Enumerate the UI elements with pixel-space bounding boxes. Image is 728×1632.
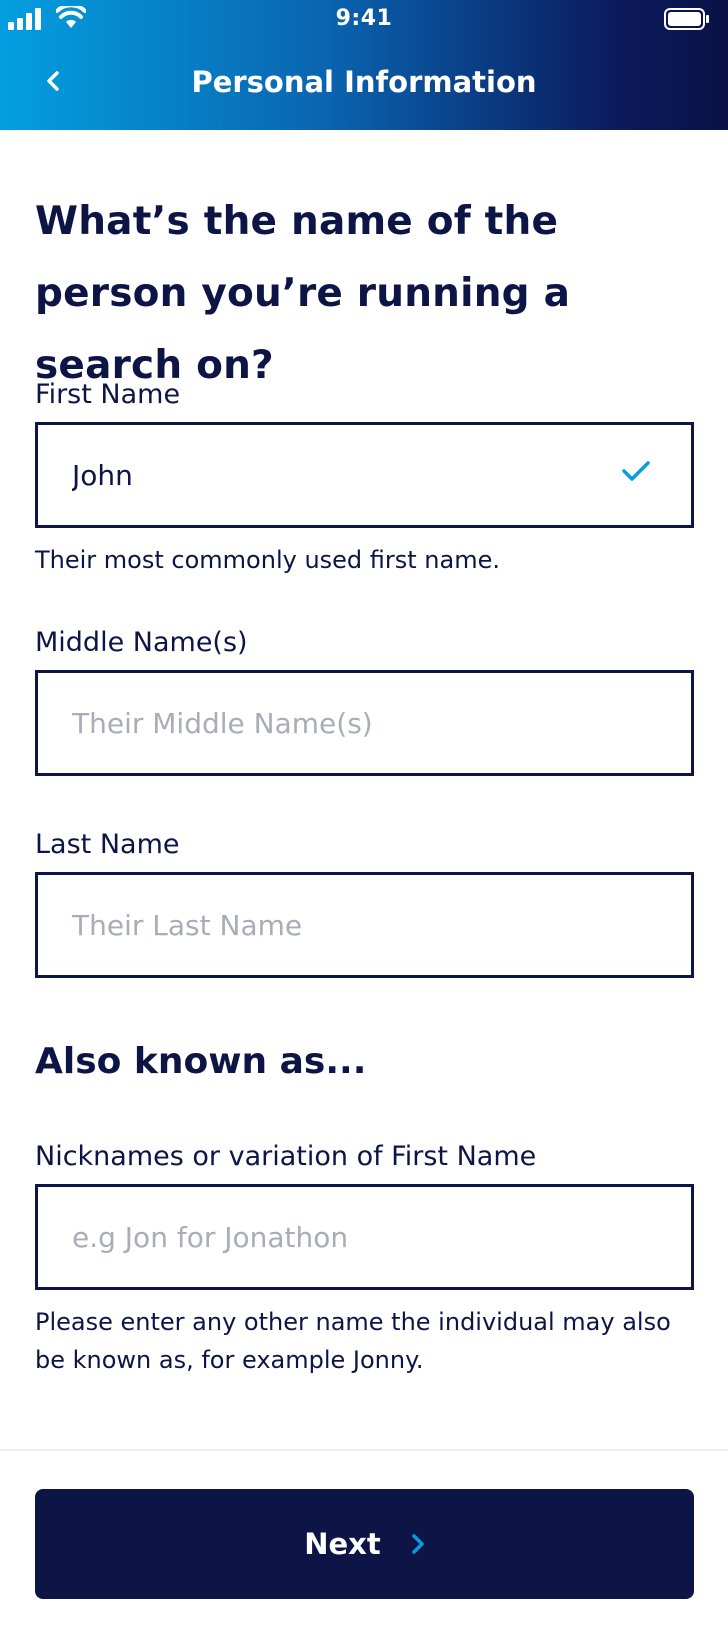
first-name-field-box [35, 422, 694, 528]
last-name-field-box [35, 872, 694, 978]
next-button[interactable]: Next [35, 1489, 694, 1599]
footer-divider [0, 1449, 728, 1451]
nickname-helper: Please enter any other name the individu… [35, 1308, 671, 1374]
middle-name-input[interactable] [72, 673, 632, 773]
last-name-input[interactable] [72, 875, 632, 975]
status-time: 9:41 [335, 6, 393, 31]
first-name-input[interactable] [72, 425, 632, 525]
battery-icon [664, 8, 709, 30]
first-name-label: First Name [35, 379, 181, 410]
question-heading: What’s the name of the person you’re run… [35, 199, 571, 388]
nickname-field-box [35, 1184, 694, 1290]
first-name-helper: Their most commonly used first name. [35, 546, 500, 574]
next-button-label: Next [304, 1527, 381, 1561]
last-name-label: Last Name [35, 829, 180, 860]
aka-section-title: Also known as... [35, 1041, 367, 1082]
nickname-input[interactable] [72, 1187, 632, 1287]
nickname-label: Nicknames or variation of First Name [35, 1141, 537, 1172]
check-icon [622, 461, 650, 481]
middle-name-label: Middle Name(s) [35, 627, 248, 658]
middle-name-field-box [35, 670, 694, 776]
page-title: Personal Information [191, 65, 537, 99]
chevron-right-icon [412, 1534, 424, 1554]
app-header: 9:41 Personal Information [0, 0, 728, 130]
